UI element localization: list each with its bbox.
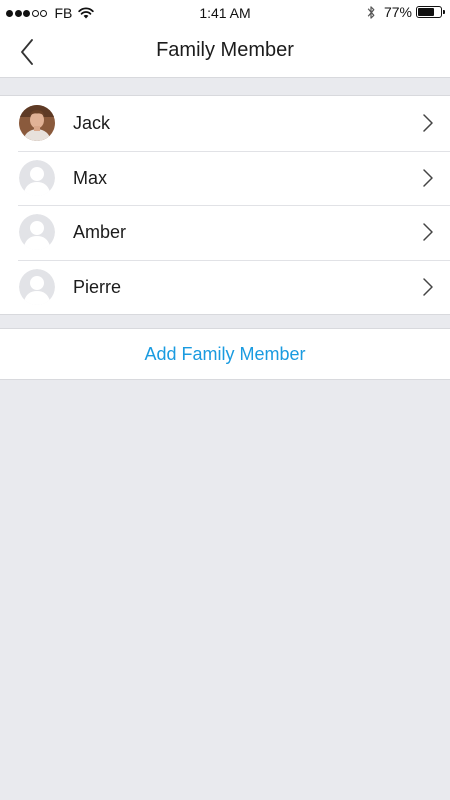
avatar-photo-icon — [19, 105, 55, 141]
member-name: Max — [73, 167, 108, 188]
avatar — [19, 159, 55, 196]
member-name: Pierre — [73, 276, 122, 297]
avatar — [19, 214, 55, 250]
member-list: Jack Max Amber Pierre — [0, 95, 450, 315]
add-family-member-button[interactable]: Add Family Member — [0, 328, 450, 380]
member-name: Jack — [73, 113, 111, 133]
add-family-member-label: Add Family Member — [144, 343, 306, 364]
chevron-right-icon — [423, 114, 433, 132]
battery-percent: 77% — [383, 4, 412, 20]
member-row-jack[interactable]: Jack — [0, 96, 450, 151]
chevron-left-icon — [21, 39, 33, 65]
page-title: Family Member — [156, 39, 294, 61]
avatar-placeholder-icon — [19, 214, 55, 250]
avatar-placeholder-icon — [19, 159, 55, 196]
member-row-pierre[interactable]: Pierre — [0, 259, 450, 315]
member-row-max[interactable]: Max — [0, 150, 450, 206]
status-right: 77% — [366, 4, 445, 20]
battery-icon — [416, 6, 445, 18]
status-bar: FB 1:41 AM 77% — [0, 0, 450, 26]
bluetooth-icon — [367, 5, 375, 19]
nav-bar: Family Member — [0, 26, 450, 78]
avatar — [19, 105, 55, 141]
avatar-placeholder-icon — [19, 268, 55, 305]
avatar — [19, 268, 55, 305]
member-name: Amber — [73, 222, 127, 242]
chevron-right-icon — [423, 168, 433, 187]
chevron-right-icon — [423, 223, 433, 241]
back-button[interactable] — [10, 34, 44, 70]
battery-fill — [418, 8, 435, 16]
chevron-right-icon — [423, 277, 433, 296]
member-row-amber[interactable]: Amber — [0, 205, 450, 260]
